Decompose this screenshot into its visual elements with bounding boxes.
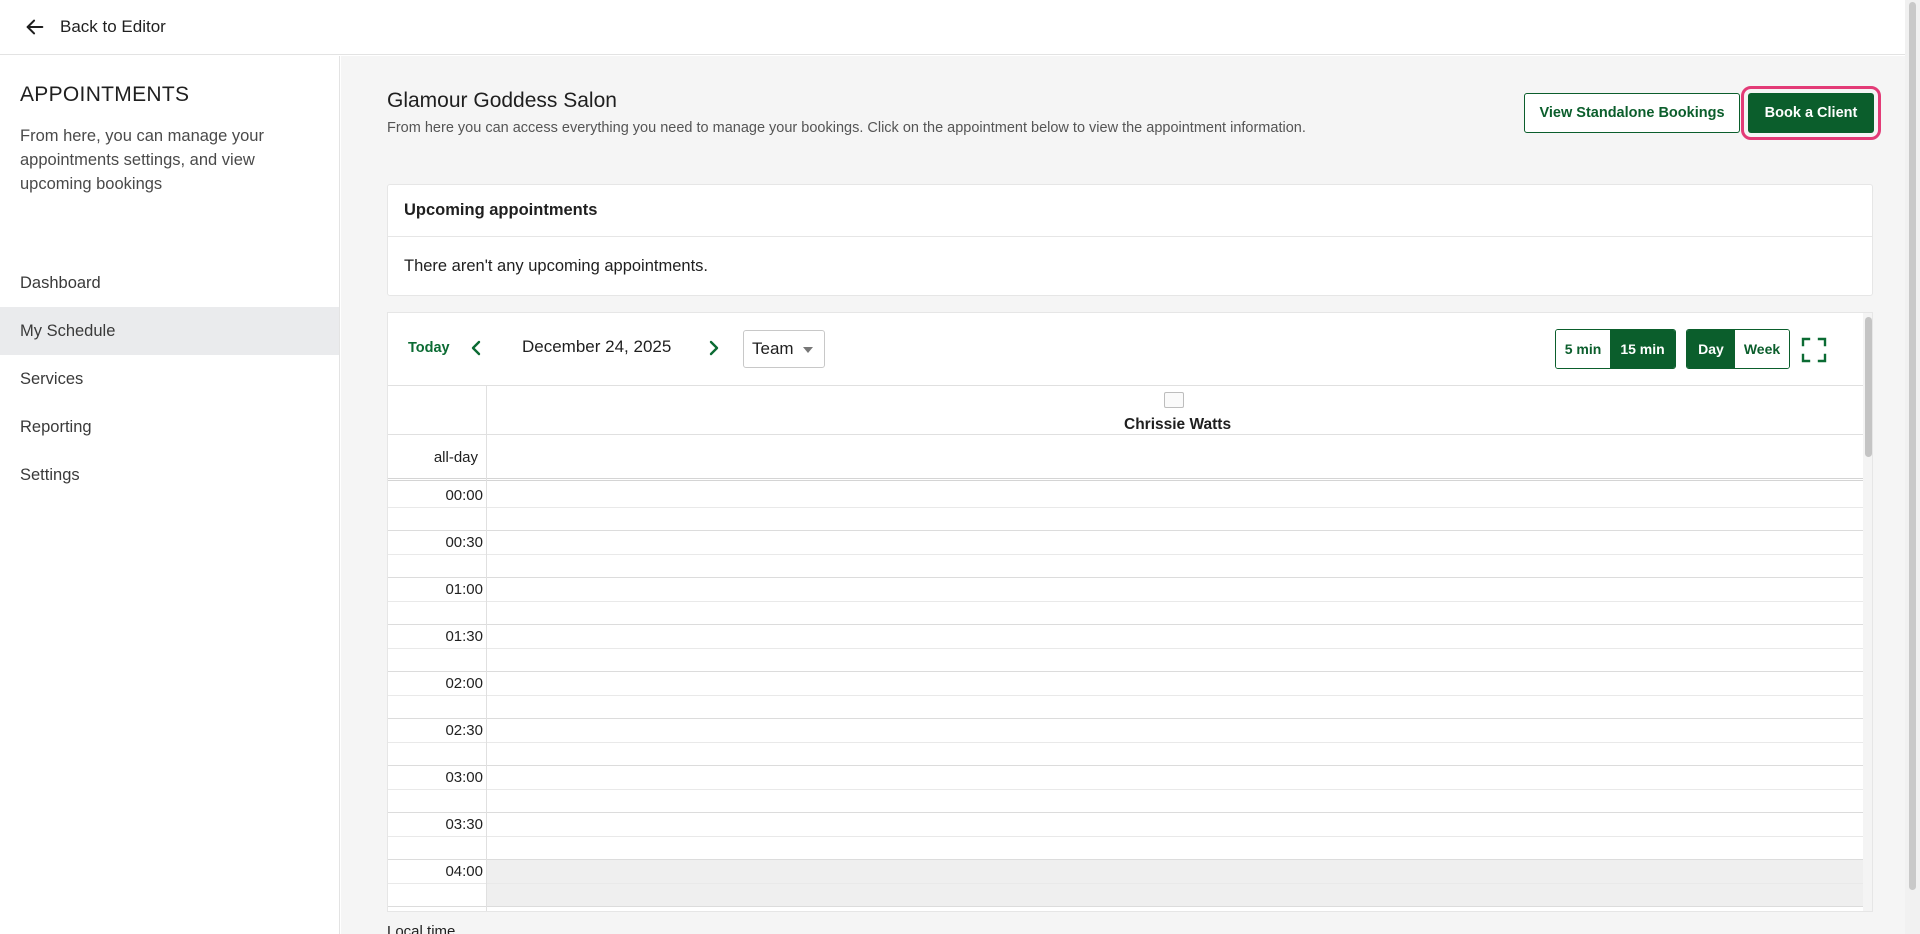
view-standalone-bookings-button[interactable]: View Standalone Bookings	[1524, 93, 1740, 133]
time-slots: 00:00 00:30 01:00 01:30 02:00 02:30 03:0…	[388, 484, 1863, 907]
top-bar: Back to Editor	[0, 0, 1905, 55]
time-slot[interactable]	[388, 555, 1863, 578]
time-gutter-divider	[486, 385, 487, 911]
back-to-editor-link[interactable]: Back to Editor	[24, 16, 166, 38]
sidebar-item-services[interactable]: Services	[0, 355, 339, 403]
time-label: 02:30	[445, 722, 483, 739]
time-label: 04:00	[445, 863, 483, 880]
page-subtitle: From here you can access everything you …	[387, 120, 1306, 136]
all-day-label: all-day	[433, 449, 478, 466]
fullscreen-icon[interactable]	[1801, 337, 1827, 363]
schedule-calendar: Today December 24, 2025 Team 5 min 15 mi…	[387, 312, 1873, 912]
sidebar-nav: Dashboard My Schedule Services Reporting…	[0, 259, 339, 499]
time-slot[interactable]: 01:00	[388, 578, 1863, 602]
time-slot[interactable]	[388, 837, 1863, 860]
page-scrollbar-thumb[interactable]	[1909, 2, 1916, 890]
time-slot[interactable]	[388, 508, 1863, 531]
time-slot[interactable]: 02:00	[388, 672, 1863, 696]
upcoming-appointments-card: Upcoming appointments There aren't any u…	[387, 184, 1873, 296]
interval-5-min-button[interactable]: 5 min	[1556, 330, 1610, 368]
time-slot[interactable]: 01:30	[388, 625, 1863, 649]
page-title: Glamour Goddess Salon	[387, 89, 617, 112]
view-week-button[interactable]: Week	[1735, 330, 1789, 368]
time-slot[interactable]	[388, 649, 1863, 672]
view-toggle: Day Week	[1686, 329, 1790, 369]
sidebar-item-dashboard[interactable]: Dashboard	[0, 259, 339, 307]
interval-toggle: 5 min 15 min	[1555, 329, 1676, 369]
calendar-resource-header: Chrissie Watts	[388, 385, 1863, 435]
calendar-scrollbar-thumb[interactable]	[1865, 317, 1872, 457]
view-day-button[interactable]: Day	[1687, 330, 1735, 368]
all-day-row[interactable]: all-day	[388, 435, 1863, 481]
time-slot[interactable]: 03:00	[388, 766, 1863, 790]
time-slot[interactable]	[388, 790, 1863, 813]
interval-15-min-button[interactable]: 15 min	[1610, 330, 1675, 368]
arrow-left-icon	[26, 19, 44, 35]
avatar	[1164, 392, 1184, 408]
time-slot[interactable]: 00:00	[388, 484, 1863, 508]
today-button[interactable]: Today	[408, 340, 450, 356]
time-label: 01:30	[445, 628, 483, 645]
sidebar-item-my-schedule[interactable]: My Schedule	[0, 307, 339, 355]
team-select[interactable]: Team	[743, 330, 825, 368]
time-slot[interactable]: 03:30	[388, 813, 1863, 837]
current-date-label: December 24, 2025	[522, 337, 672, 356]
time-label: 02:00	[445, 675, 483, 692]
chevron-right-icon[interactable]	[704, 338, 724, 358]
time-label: 01:00	[445, 581, 483, 598]
book-a-client-button[interactable]: Book a Client	[1741, 86, 1881, 140]
upcoming-appointments-empty: There aren't any upcoming appointments.	[404, 256, 708, 275]
time-label: 03:00	[445, 769, 483, 786]
main-content: Glamour Goddess Salon From here you can …	[341, 56, 1905, 934]
time-label: 03:30	[445, 816, 483, 833]
back-to-editor-label: Back to Editor	[60, 17, 166, 36]
time-slot[interactable]	[388, 602, 1863, 625]
upcoming-appointments-title: Upcoming appointments	[388, 185, 1872, 237]
staff-name: Chrissie Watts	[1124, 416, 1232, 433]
team-select-value: Team	[752, 339, 794, 358]
time-slot[interactable]: 02:30	[388, 719, 1863, 743]
time-label: 00:30	[445, 534, 483, 551]
local-time-label: Local time	[387, 923, 456, 934]
calendar-scrollbar[interactable]	[1863, 313, 1872, 911]
time-label: 00:00	[445, 487, 483, 504]
time-slot[interactable]	[388, 696, 1863, 719]
sidebar-item-settings[interactable]: Settings	[0, 451, 339, 499]
sidebar-title: APPOINTMENTS	[20, 83, 190, 106]
chevron-down-icon	[803, 347, 813, 353]
chevron-left-icon[interactable]	[466, 338, 486, 358]
calendar-toolbar: Today December 24, 2025 Team 5 min 15 mi…	[388, 313, 1872, 385]
page-scrollbar[interactable]	[1905, 0, 1920, 934]
sidebar: APPOINTMENTS From here, you can manage y…	[0, 56, 340, 934]
time-slot[interactable]: 00:30	[388, 531, 1863, 555]
time-slot[interactable]	[388, 883, 1863, 907]
time-slot[interactable]: 04:00	[388, 860, 1863, 884]
sidebar-item-reporting[interactable]: Reporting	[0, 403, 339, 451]
time-slot[interactable]	[388, 743, 1863, 766]
sidebar-description: From here, you can manage your appointme…	[20, 127, 264, 193]
